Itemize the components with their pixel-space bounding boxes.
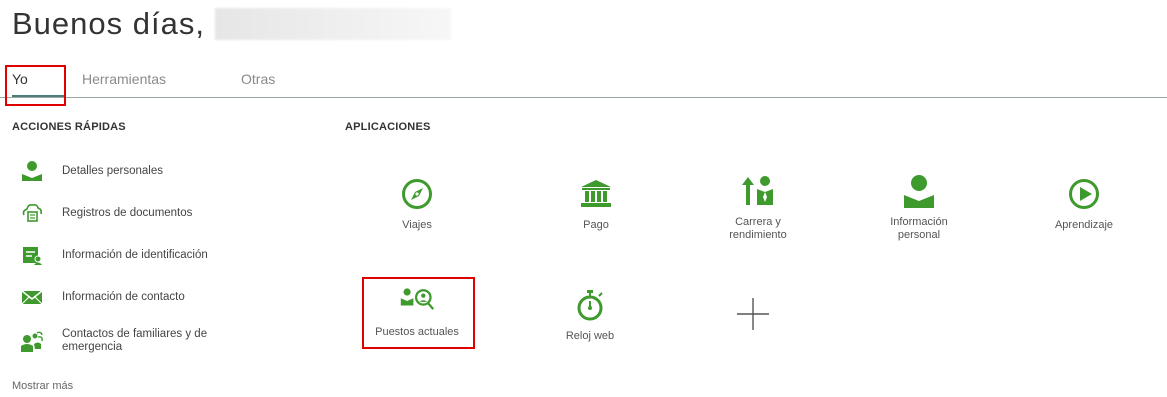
app-label: Reloj web [565,330,615,342]
redacted-user-name [214,8,451,40]
quick-action-label: Registros de documentos [62,206,193,219]
person-icon [901,173,937,209]
quick-action-label: Detalles personales [62,164,164,177]
app-label: Puestos actuales [375,326,459,338]
app-label: Aprendizaje [1054,219,1114,231]
app-pago[interactable]: Pago [536,176,656,232]
quick-action-document-records[interactable]: Registros de documentos [20,201,192,225]
career-icon [740,173,776,209]
app-label: Información personal [890,216,948,241]
app-informacion-personal[interactable]: Información personal [859,173,979,242]
app-carrera-rendimiento[interactable]: Carrera y rendimiento [698,173,818,242]
family-contacts-icon [20,329,44,353]
app-label: Pago [583,219,609,231]
quick-action-identification-info[interactable]: Información de identificación [20,243,208,267]
app-aprendizaje[interactable]: Aprendizaje [1024,176,1144,232]
quick-action-label: Información de contacto [62,290,185,303]
person-icon [20,159,44,183]
show-more-link[interactable]: Mostrar más [12,380,73,392]
quick-action-contact-info[interactable]: Información de contacto [20,285,185,309]
quick-action-personal-details[interactable]: Detalles personales [20,159,163,183]
quick-action-family-emergency-contacts[interactable]: Contactos de familiares y de emergencia [20,328,232,354]
add-app-button[interactable] [693,296,813,332]
app-reloj-web[interactable]: Reloj web [530,287,650,343]
page-greeting: Buenos días, [12,6,451,42]
stopwatch-icon [572,287,608,323]
tab-herramientas[interactable]: Herramientas [82,71,166,87]
tab-divider [0,97,1167,98]
play-icon [1066,176,1102,212]
search-people-icon [399,283,435,319]
plus-icon [735,296,771,332]
compass-icon [399,176,435,212]
envelope-icon [20,285,44,309]
tab-bar: Yo Herramientas Otras [0,62,1167,98]
app-label: Carrera y rendimiento [729,216,787,241]
app-viajes[interactable]: Viajes [357,176,477,232]
quick-action-label: Información de identificación [62,248,208,261]
quick-action-label: Contactos de familiares y de emergencia [62,328,208,353]
app-puestos-actuales[interactable]: Puestos actuales [357,283,477,339]
tab-otras[interactable]: Otras [241,71,275,87]
apps-title: APLICACIONES [345,121,431,133]
app-label: Viajes [402,219,432,231]
quick-actions-title: ACCIONES RÁPIDAS [12,121,126,133]
bank-icon [578,176,614,212]
document-records-icon [20,201,44,225]
id-card-icon [20,243,44,267]
greeting-text: Buenos días, [12,6,205,41]
tab-yo[interactable]: Yo [12,71,28,87]
